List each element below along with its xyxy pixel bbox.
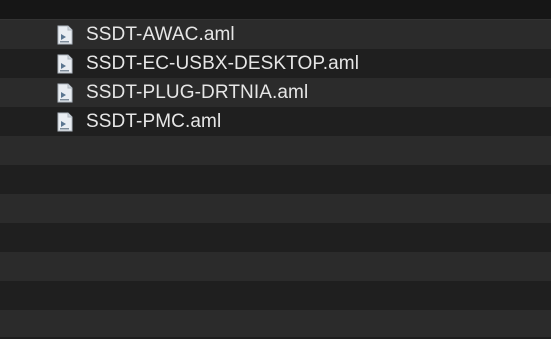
file-row-ssdt-plug-drtnia[interactable]: SSDT-PLUG-DRTNIA.aml bbox=[0, 78, 551, 107]
file-name: SSDT-AWAC.aml bbox=[86, 23, 235, 45]
empty-row bbox=[0, 252, 551, 281]
aml-file-icon bbox=[57, 25, 73, 44]
aml-file-icon bbox=[57, 54, 73, 73]
file-list: SSDT-AWAC.aml SSDT-EC-USBX-DESKTOP.aml S… bbox=[0, 20, 551, 339]
empty-row bbox=[0, 223, 551, 252]
file-row-ssdt-pmc[interactable]: SSDT-PMC.aml bbox=[0, 107, 551, 136]
empty-row bbox=[0, 165, 551, 194]
finder-window: SSDT-AWAC.aml SSDT-EC-USBX-DESKTOP.aml S… bbox=[0, 0, 551, 339]
file-name: SSDT-PMC.aml bbox=[86, 110, 222, 132]
file-name: SSDT-PLUG-DRTNIA.aml bbox=[86, 81, 309, 103]
toolbar-edge bbox=[0, 0, 551, 20]
aml-file-icon bbox=[57, 112, 73, 131]
empty-row bbox=[0, 194, 551, 223]
file-name: SSDT-EC-USBX-DESKTOP.aml bbox=[86, 52, 360, 74]
empty-row bbox=[0, 136, 551, 165]
file-row-ssdt-ec-usbx-desktop[interactable]: SSDT-EC-USBX-DESKTOP.aml bbox=[0, 49, 551, 78]
empty-row bbox=[0, 281, 551, 310]
file-row-ssdt-awac[interactable]: SSDT-AWAC.aml bbox=[0, 20, 551, 49]
aml-file-icon bbox=[57, 83, 73, 102]
empty-row bbox=[0, 310, 551, 339]
